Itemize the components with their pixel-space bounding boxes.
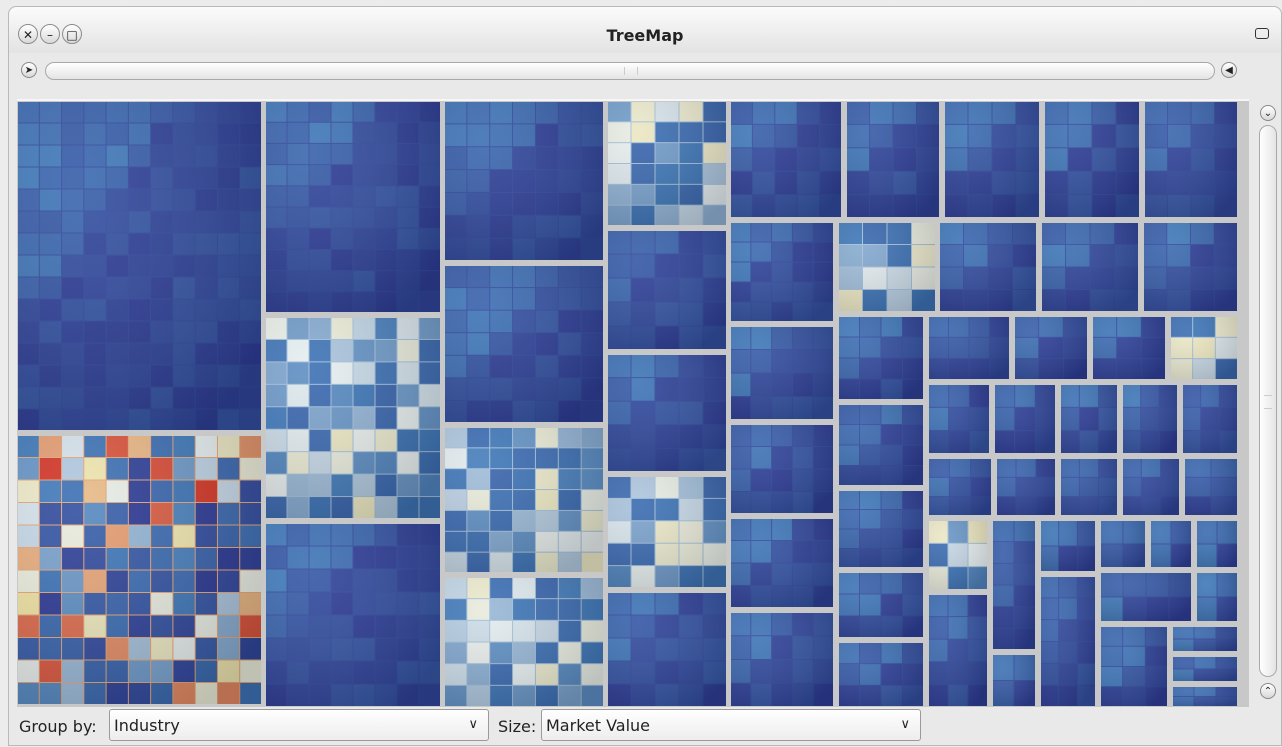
treemap-group-shade [994,384,1056,454]
treemap-group-shade [607,101,727,226]
treemap-group-shade [1060,384,1118,454]
treemap-group-shade [1060,458,1118,516]
treemap-group-shade [1122,384,1178,454]
scroll-right-button[interactable]: ◀ [1221,62,1237,78]
horizontal-grip-icon [624,67,638,75]
window-title: TreeMap [606,26,684,45]
group-by-dropdown[interactable]: Industry ∨ [109,709,489,741]
size-label: Size: [498,717,537,736]
treemap-group-shade [928,520,988,590]
treemap-group-shade [838,404,924,486]
size-dropdown[interactable]: Market Value ∨ [541,709,921,741]
treemap-group-shade [1100,572,1192,622]
treemap-group-shade [1014,316,1088,380]
treemap-group-shade [992,520,1036,650]
vertical-scroll-thumb[interactable] [1259,125,1277,677]
treemap-group-shade [1100,626,1168,707]
scroll-down-button[interactable]: ⌃ [1260,683,1276,699]
treemap-group-shade [1041,222,1139,312]
treemap-group-shade [444,577,604,707]
treemap-group-shade [838,316,924,400]
treemap-group-shade [939,222,1037,312]
treemap-group-shade [1144,101,1238,218]
treemap-group-shade [444,427,604,573]
treemap-group-shade [17,435,262,705]
treemap-group-shade [17,101,262,431]
treemap-group-shade [607,230,727,350]
treemap-group-shade [928,594,988,707]
treemap-group-shade [1040,576,1096,707]
scroll-left-arrow-icon: ➤ [24,65,34,76]
treemap-group-shade [730,424,834,514]
treemap-group-shade [1092,316,1166,380]
treemap-group-shade [838,572,924,638]
treemap-group-shade [1172,626,1238,652]
treemap-group-shade [1196,520,1238,568]
treemap-group-shade [1150,520,1192,568]
treemap-group-shade [1100,520,1146,568]
treemap-group-shade [944,101,1040,218]
treemap-group-shade [928,384,990,454]
vertical-grip-icon [1264,395,1272,409]
size-value: Market Value [546,716,651,735]
treemap-group-shade [265,317,441,519]
treemap-group-shade [1172,656,1238,682]
treemap-group-shade [928,316,1010,380]
treemap-group-shade [730,101,842,218]
treemap-group-shade [1172,686,1238,707]
title-bar: ✕ – □ TreeMap [9,7,1281,53]
treemap-group-shade [265,523,441,707]
group-by-value: Industry [114,716,180,735]
treemap-group-shade [730,222,834,322]
treemap-group-shade [265,101,441,313]
treemap-group-shade [1143,222,1238,312]
treemap-group-shade [1170,316,1238,380]
scroll-right-arrow-icon: ◀ [1225,65,1233,76]
treemap-group-shade [607,354,727,472]
treemap-group-shade [444,265,604,423]
treemap-group-shade [444,101,604,261]
treemap-group-shade [1040,520,1096,572]
treemap-group-shade [992,654,1036,707]
treemap-group-shade [1184,458,1238,516]
maximize-icon[interactable] [1255,28,1269,39]
horizontal-scroll-thumb[interactable] [45,62,1215,80]
treemap-group-shade [846,101,940,218]
treemap-canvas[interactable] [17,101,1249,707]
control-bar: Group by: Industry ∨ Size: Market Value … [17,707,1282,747]
chevron-down-icon: ∨ [900,717,910,732]
horizontal-scrollbar[interactable]: ➤ ◀ [19,60,1241,82]
treemap-group-shade [1182,384,1238,454]
scroll-up-arrow-icon: ⌄ [1263,108,1273,119]
treemap-group-shade [928,458,992,516]
treemap-group-shade [1044,101,1140,218]
treemap-group-shade [730,326,834,420]
treemap-group-shade [838,222,936,312]
scroll-left-button[interactable]: ➤ [21,62,37,78]
treemap-group-shade [730,612,834,707]
treemap-group-shade [1122,458,1180,516]
treemap-window: ✕ – □ TreeMap ➤ ◀ ⌄ ⌃ Group by: Industry… [8,6,1282,746]
scroll-down-arrow-icon: ⌃ [1263,686,1273,697]
treemap-group-shade [607,592,727,707]
treemap-group-shade [838,490,924,568]
treemap-group-shade [730,518,834,608]
chevron-down-icon: ∨ [468,717,478,732]
treemap-group-shade [996,458,1056,516]
group-by-label: Group by: [19,717,97,736]
treemap-group-shade [838,642,924,707]
treemap-group-shade [607,476,727,588]
treemap-group-shade [1196,572,1238,622]
vertical-scrollbar[interactable]: ⌄ ⌃ [1257,103,1279,703]
scroll-up-button[interactable]: ⌄ [1260,105,1276,121]
treemap-area[interactable] [17,99,1249,707]
